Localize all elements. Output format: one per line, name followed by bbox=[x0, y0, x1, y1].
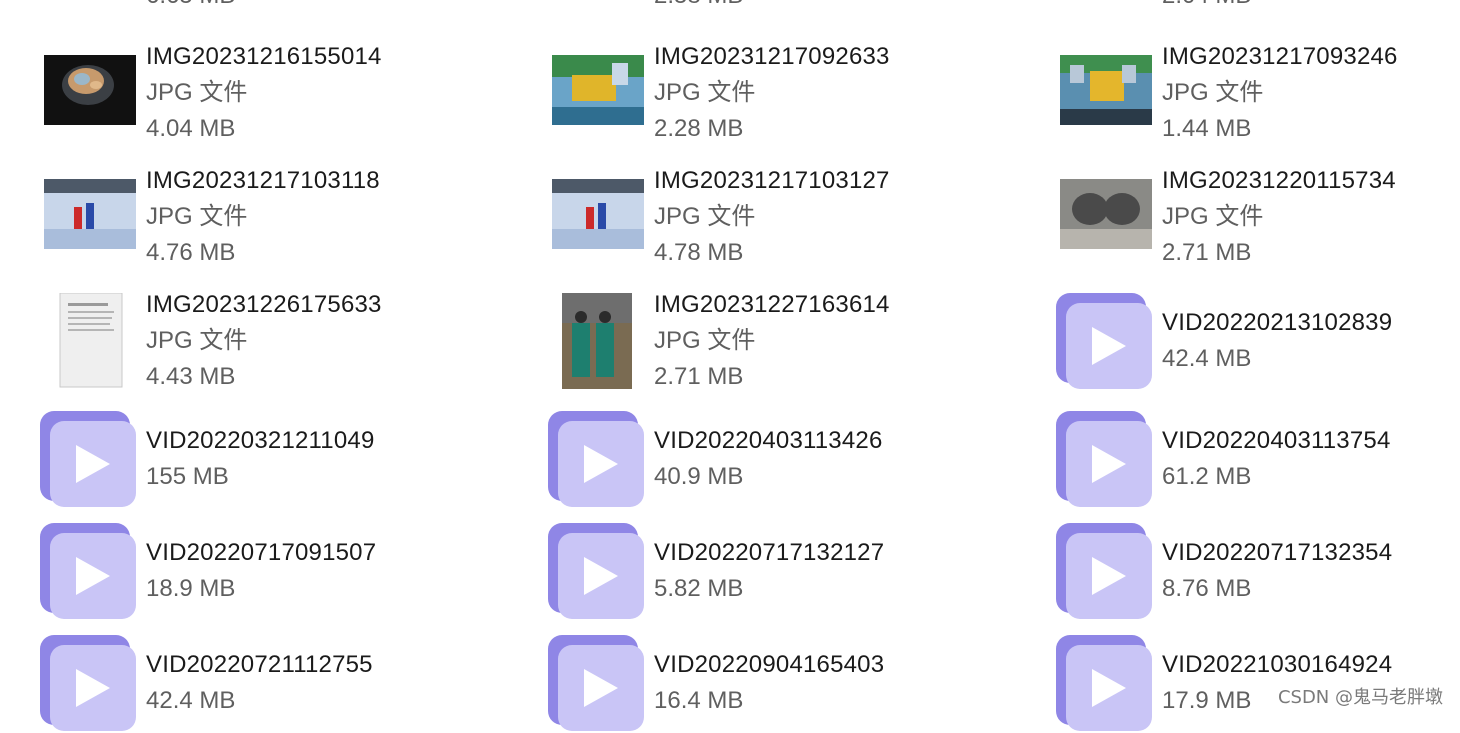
file-tile[interactable]: IMG20231220115734 JPG 文件 2.71 MB bbox=[1056, 163, 1460, 273]
file-name: VID20220213102839 bbox=[1162, 309, 1393, 336]
file-size: 16.4 MB bbox=[654, 687, 744, 714]
file-size: 2.04 MB bbox=[1162, 0, 1460, 14]
file-size: 2.71 MB bbox=[1162, 239, 1252, 266]
file-name: IMG20231217103118 bbox=[146, 167, 380, 194]
video-file-icon bbox=[548, 523, 644, 619]
file-name: IMG20231226175633 bbox=[146, 291, 382, 318]
file-name: VID20220403113426 bbox=[654, 427, 883, 454]
file-size: 61.2 MB bbox=[1162, 463, 1252, 490]
file-tile-partial[interactable]: 6.65 MB bbox=[40, 0, 520, 18]
file-tile[interactable]: IMG20231227163614 JPG 文件 2.71 MB bbox=[548, 287, 1028, 397]
file-type: JPG 文件 bbox=[654, 327, 756, 354]
video-file-icon bbox=[1056, 523, 1152, 619]
file-size: 1.44 MB bbox=[1162, 115, 1252, 142]
photo-thumbnail-people-icon bbox=[562, 293, 632, 389]
video-file-icon bbox=[40, 523, 136, 619]
photo-thumbnail-dashboard-icon bbox=[1060, 179, 1152, 249]
file-size: 6.65 MB bbox=[146, 0, 516, 14]
file-tile[interactable]: VID20220717091507 18.9 MB bbox=[40, 523, 520, 633]
file-name: VID20220904165403 bbox=[654, 651, 885, 678]
video-file-icon bbox=[1056, 293, 1152, 389]
file-tile[interactable]: VID20220403113754 61.2 MB bbox=[1056, 411, 1460, 521]
file-type: JPG 文件 bbox=[654, 203, 756, 230]
file-tile[interactable]: IMG20231217092633 JPG 文件 2.28 MB bbox=[548, 39, 1028, 149]
file-tile[interactable]: VID20220403113426 40.9 MB bbox=[548, 411, 1028, 521]
file-type: JPG 文件 bbox=[654, 79, 756, 106]
file-tile[interactable]: VID20220717132354 8.76 MB bbox=[1056, 523, 1460, 633]
file-name: IMG20231217103127 bbox=[654, 167, 890, 194]
file-type: JPG 文件 bbox=[1162, 203, 1264, 230]
file-tile[interactable]: VID20220213102839 42.4 MB bbox=[1056, 293, 1460, 403]
video-file-icon bbox=[548, 635, 644, 731]
file-size: 8.76 MB bbox=[1162, 575, 1252, 602]
file-size: 4.76 MB bbox=[146, 239, 236, 266]
file-name: IMG20231216155014 bbox=[146, 43, 382, 70]
file-name: VID20220717091507 bbox=[146, 539, 377, 566]
file-size: 2.71 MB bbox=[654, 363, 744, 390]
file-tile[interactable]: VID20220321211049 155 MB bbox=[40, 411, 520, 521]
photo-thumbnail-snow-scene-icon bbox=[552, 179, 644, 249]
file-type: JPG 文件 bbox=[146, 79, 248, 106]
file-grid: 6.65 MB 2.58 MB 2.04 MB IMG2023121615501… bbox=[0, 0, 1460, 731]
file-tile[interactable]: IMG20231216155014 JPG 文件 4.04 MB bbox=[40, 39, 520, 149]
file-name: VID20220321211049 bbox=[146, 427, 375, 454]
file-name: VID20220717132127 bbox=[654, 539, 885, 566]
photo-thumbnail-snow-scene-icon bbox=[44, 179, 136, 249]
file-tile[interactable]: VID20220717132127 5.82 MB bbox=[548, 523, 1028, 633]
video-file-icon bbox=[40, 411, 136, 507]
file-tile[interactable]: VID20220904165403 16.4 MB bbox=[548, 635, 1028, 731]
file-size: 2.28 MB bbox=[654, 115, 744, 142]
file-name: VID20220721112755 bbox=[146, 651, 373, 678]
watermark: CSDN @鬼马老胖墩 bbox=[1274, 682, 1446, 710]
file-tile[interactable]: IMG20231217103118 JPG 文件 4.76 MB bbox=[40, 163, 520, 273]
photo-thumbnail-yellow-machine-icon bbox=[1060, 55, 1152, 125]
file-tile[interactable]: IMG20231217103127 JPG 文件 4.78 MB bbox=[548, 163, 1028, 273]
video-file-icon bbox=[40, 635, 136, 731]
file-tile-partial[interactable]: 2.58 MB bbox=[548, 0, 1028, 18]
file-name: IMG20231217093246 bbox=[1162, 43, 1398, 70]
file-type: JPG 文件 bbox=[146, 203, 248, 230]
file-size: 155 MB bbox=[146, 463, 229, 490]
file-size: 40.9 MB bbox=[654, 463, 744, 490]
file-name: IMG20231217092633 bbox=[654, 43, 890, 70]
photo-thumbnail-yellow-machine-icon bbox=[552, 55, 644, 125]
file-tile-partial[interactable]: 2.04 MB bbox=[1056, 0, 1460, 18]
file-type: JPG 文件 bbox=[146, 327, 248, 354]
file-size: 42.4 MB bbox=[146, 687, 236, 714]
file-size: 4.43 MB bbox=[146, 363, 236, 390]
file-size: 42.4 MB bbox=[1162, 345, 1252, 372]
file-tile[interactable]: VID20220721112755 42.4 MB bbox=[40, 635, 520, 731]
file-name: IMG20231227163614 bbox=[654, 291, 890, 318]
video-file-icon bbox=[1056, 635, 1152, 731]
video-file-icon bbox=[548, 411, 644, 507]
video-file-icon bbox=[1056, 411, 1152, 507]
file-size: 2.58 MB bbox=[654, 0, 1024, 14]
file-name: IMG20231220115734 bbox=[1162, 167, 1396, 194]
file-name: VID20221030164924 bbox=[1162, 651, 1393, 678]
file-name: VID20220717132354 bbox=[1162, 539, 1393, 566]
file-size: 18.9 MB bbox=[146, 575, 236, 602]
photo-thumbnail-dark-food-icon bbox=[44, 55, 136, 125]
photo-thumbnail-document-icon bbox=[59, 293, 123, 388]
file-type: JPG 文件 bbox=[1162, 79, 1264, 106]
file-tile[interactable]: IMG20231217093246 JPG 文件 1.44 MB bbox=[1056, 39, 1460, 149]
file-name: VID20220403113754 bbox=[1162, 427, 1391, 454]
file-size: 4.04 MB bbox=[146, 115, 236, 142]
file-size: 4.78 MB bbox=[654, 239, 744, 266]
file-tile[interactable]: IMG20231226175633 JPG 文件 4.43 MB bbox=[40, 287, 520, 397]
file-size: 5.82 MB bbox=[654, 575, 744, 602]
